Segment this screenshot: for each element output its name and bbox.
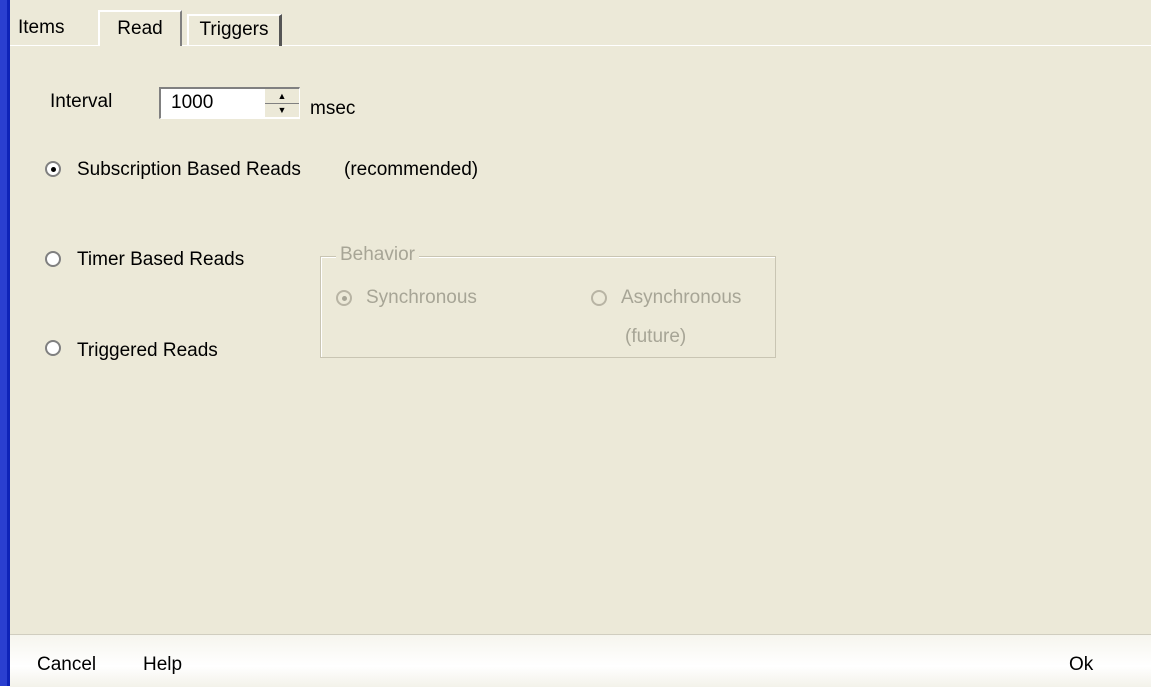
synchronous-label[interactable]: Synchronous (366, 287, 477, 309)
recommended-note: (recommended) (344, 159, 479, 180)
tab-triggers[interactable]: Triggers (187, 14, 282, 46)
timer-reads-radio[interactable] (45, 251, 61, 267)
cancel-button[interactable]: Cancel (37, 654, 96, 676)
spin-down-icon[interactable]: ▼ (265, 103, 299, 117)
interval-input[interactable] (171, 90, 261, 116)
interval-spinner[interactable]: ▲ ▼ (264, 89, 299, 117)
synchronous-radio[interactable] (336, 290, 352, 306)
subscription-reads-radio[interactable] (45, 161, 61, 177)
subscription-reads-label[interactable]: Subscription Based Reads (77, 159, 301, 181)
future-note: (future) (625, 326, 687, 347)
spin-up-icon[interactable]: ▲ (265, 89, 299, 104)
radio-selected-dot (342, 296, 347, 301)
window-left-border-shade (7, 0, 10, 686)
behavior-group-title: Behavior (336, 244, 419, 266)
tab-items[interactable]: Items (14, 14, 98, 46)
interval-unit-label: msec (310, 98, 356, 119)
asynchronous-radio[interactable] (591, 290, 607, 306)
asynchronous-label[interactable]: Asynchronous (621, 287, 741, 309)
triggered-reads-radio[interactable] (45, 340, 61, 356)
interval-label: Interval (50, 91, 113, 112)
radio-selected-dot (51, 167, 56, 172)
help-button[interactable]: Help (143, 654, 182, 676)
triggered-reads-label[interactable]: Triggered Reads (77, 340, 218, 362)
timer-reads-label[interactable]: Timer Based Reads (77, 249, 244, 271)
ok-button[interactable]: Ok (1069, 654, 1093, 676)
tab-read[interactable]: Read (98, 10, 182, 46)
